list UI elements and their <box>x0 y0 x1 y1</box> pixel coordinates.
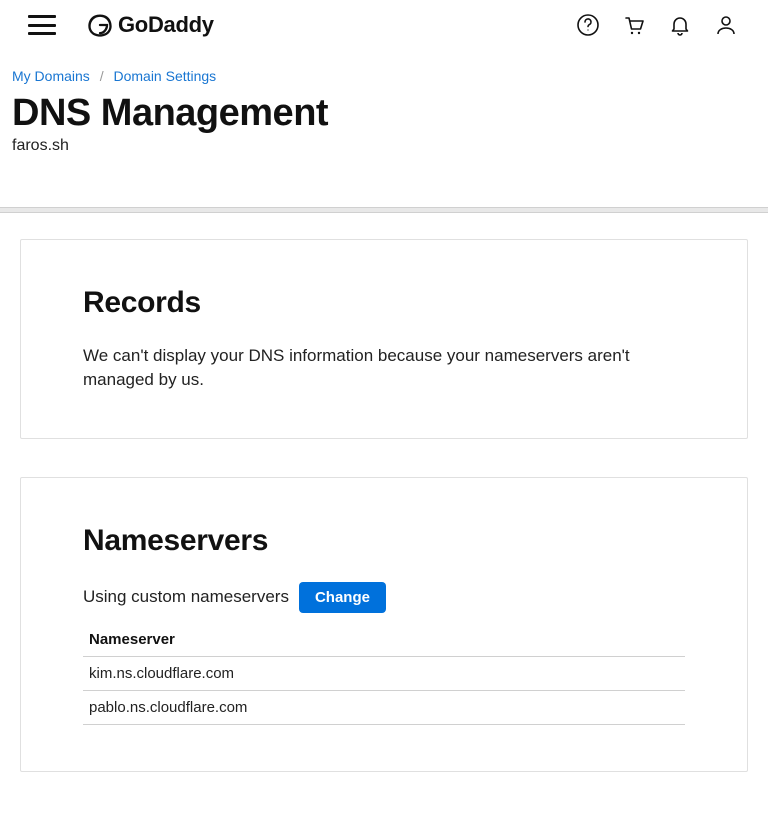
nameserver-value: pablo.ns.cloudflare.com <box>83 690 685 724</box>
nameservers-heading: Nameservers <box>83 524 685 558</box>
page-subtitle: faros.sh <box>12 137 756 155</box>
page-title: DNS Management <box>12 92 756 135</box>
nameserver-value: kim.ns.cloudflare.com <box>83 656 685 690</box>
brand-logo[interactable]: GoDaddy <box>86 11 214 39</box>
notifications-icon[interactable] <box>666 11 694 39</box>
nameservers-status-row: Using custom nameservers Change <box>83 582 685 613</box>
nameservers-status: Using custom nameservers <box>83 587 289 607</box>
records-card: Records We can't display your DNS inform… <box>20 239 748 439</box>
cart-icon[interactable] <box>620 11 648 39</box>
top-header: GoDaddy <box>0 0 768 50</box>
godaddy-logo-icon <box>86 11 114 39</box>
header-left: GoDaddy <box>28 11 214 39</box>
nameservers-table: Nameserver kim.ns.cloudflare.com pablo.n… <box>83 623 685 725</box>
breadcrumb-link-my-domains[interactable]: My Domains <box>12 68 90 84</box>
change-nameservers-button[interactable]: Change <box>299 582 386 613</box>
breadcrumb-area: My Domains / Domain Settings DNS Managem… <box>0 50 768 165</box>
content-area: Records We can't display your DNS inform… <box>0 213 768 830</box>
records-message: We can't display your DNS information be… <box>83 344 643 392</box>
help-icon[interactable] <box>574 11 602 39</box>
header-right <box>574 11 740 39</box>
breadcrumb: My Domains / Domain Settings <box>12 68 756 84</box>
breadcrumb-separator: / <box>100 68 104 84</box>
nameservers-card: Nameservers Using custom nameservers Cha… <box>20 477 748 772</box>
breadcrumb-link-domain-settings[interactable]: Domain Settings <box>113 68 216 84</box>
menu-icon[interactable] <box>28 15 56 35</box>
account-icon[interactable] <box>712 11 740 39</box>
records-heading: Records <box>83 286 685 320</box>
table-row: pablo.ns.cloudflare.com <box>83 690 685 724</box>
nameservers-column-header: Nameserver <box>83 623 685 657</box>
table-row: kim.ns.cloudflare.com <box>83 656 685 690</box>
brand-name: GoDaddy <box>118 12 214 38</box>
